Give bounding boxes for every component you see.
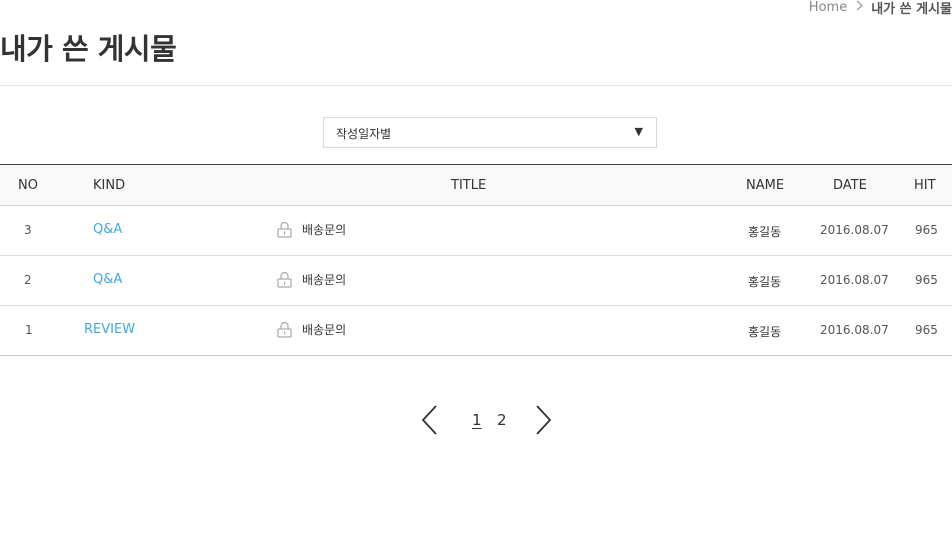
row-hit: 965 bbox=[915, 323, 938, 337]
caret-down-icon: ▼ bbox=[634, 125, 643, 138]
prev-page-button[interactable] bbox=[420, 404, 440, 436]
row-no: 2 bbox=[24, 273, 32, 287]
table-header: NO KIND TITLE NAME DATE HIT bbox=[0, 164, 952, 206]
column-header-name: NAME bbox=[746, 178, 785, 193]
row-name: 홍길동 bbox=[748, 275, 782, 289]
row-title-link[interactable]: 배송문의 bbox=[277, 321, 346, 338]
pagination: 1 2 bbox=[0, 404, 952, 438]
row-kind-link[interactable]: Q&A bbox=[93, 222, 122, 237]
breadcrumb: Home 내가 쓴 게시물 bbox=[809, 0, 952, 17]
row-hit: 965 bbox=[915, 273, 938, 287]
row-title: 배송문의 bbox=[302, 223, 347, 237]
row-title-link[interactable]: 배송문의 bbox=[277, 271, 346, 288]
lock-icon bbox=[277, 221, 292, 238]
row-no: 1 bbox=[25, 323, 33, 337]
breadcrumb-current: 내가 쓴 게시물 bbox=[871, 1, 952, 17]
page-link-2[interactable]: 2 bbox=[497, 411, 507, 429]
row-date: 2016.08.07 bbox=[820, 223, 889, 237]
row-kind-link[interactable]: Q&A bbox=[93, 272, 122, 287]
table-row[interactable]: 3 Q&A 배송문의 홍길동 2016.08.07 965 bbox=[0, 206, 952, 256]
column-header-title: TITLE bbox=[451, 178, 487, 193]
next-page-button[interactable] bbox=[533, 404, 553, 436]
row-title: 배송문의 bbox=[302, 273, 347, 287]
row-kind-link[interactable]: REVIEW bbox=[84, 322, 135, 337]
chevron-left-icon bbox=[421, 405, 437, 435]
row-hit: 965 bbox=[915, 223, 938, 237]
row-name: 홍길동 bbox=[748, 225, 782, 239]
sort-selected-value: 작성일자별 bbox=[336, 127, 392, 141]
column-header-no: NO bbox=[18, 178, 38, 193]
sort-select[interactable]: 작성일자별 ▼ bbox=[323, 117, 657, 148]
lock-icon bbox=[277, 321, 292, 338]
row-no: 3 bbox=[24, 223, 32, 237]
row-name: 홍길동 bbox=[748, 325, 782, 339]
column-header-hit: HIT bbox=[914, 178, 936, 193]
column-header-kind: KIND bbox=[93, 178, 126, 193]
lock-icon bbox=[277, 271, 292, 288]
row-date: 2016.08.07 bbox=[820, 323, 889, 337]
posts-table: NO KIND TITLE NAME DATE HIT 3 Q&A 배송문의 홍… bbox=[0, 164, 952, 356]
page-link-1[interactable]: 1 bbox=[472, 411, 482, 429]
column-header-date: DATE bbox=[833, 178, 867, 193]
breadcrumb-home-link[interactable]: Home bbox=[809, 0, 847, 15]
chevron-right-icon bbox=[856, 0, 864, 15]
row-title-link[interactable]: 배송문의 bbox=[277, 221, 346, 238]
row-title: 배송문의 bbox=[302, 323, 347, 337]
table-row[interactable]: 2 Q&A 배송문의 홍길동 2016.08.07 965 bbox=[0, 256, 952, 306]
page-title: 내가 쓴 게시물 bbox=[0, 32, 177, 66]
row-date: 2016.08.07 bbox=[820, 273, 889, 287]
title-divider bbox=[0, 85, 952, 86]
table-row[interactable]: 1 REVIEW 배송문의 홍길동 2016.08.07 965 bbox=[0, 306, 952, 356]
chevron-right-icon bbox=[536, 405, 552, 435]
